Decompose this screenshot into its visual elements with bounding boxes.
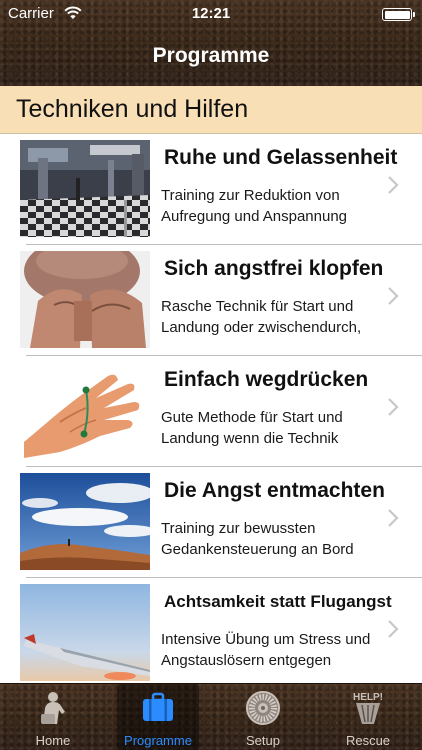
list-item[interactable]: Achtsamkeit statt Flugangst Intensive Üb… bbox=[0, 578, 422, 683]
tab-label: Programme bbox=[124, 733, 192, 748]
section-title: Techniken und Hilfen bbox=[16, 95, 249, 123]
item-title: Einfach wegdrücken bbox=[164, 368, 369, 391]
item-description: Training zur bewussten Gedankensteuerung… bbox=[161, 520, 354, 558]
tab-label: Setup bbox=[246, 733, 280, 748]
tab-bar: Home Programme Setup HELP! Rescue bbox=[0, 683, 422, 750]
page-title: Programme bbox=[152, 44, 270, 67]
item-description: Rasche Technik für Start und Landung ode… bbox=[161, 298, 362, 336]
tab-label: Home bbox=[35, 733, 71, 748]
item-title: Achtsamkeit statt Flugangst bbox=[164, 592, 392, 611]
chevron-right-icon bbox=[388, 398, 399, 416]
chevron-right-icon bbox=[388, 620, 399, 638]
hand-pressure-points-photo bbox=[20, 362, 150, 459]
item-description: Intensive Übung um Stress und Angstauslö… bbox=[161, 631, 371, 669]
suitcase-icon bbox=[143, 692, 173, 721]
airplane-wing-photo bbox=[20, 584, 150, 681]
section-header: Techniken und Hilfen bbox=[0, 86, 422, 134]
top-bar: Carrier 12:21 Programme bbox=[0, 0, 422, 86]
item-description: Training zur Reduktion von Aufregung und… bbox=[161, 187, 347, 225]
list-item[interactable]: Ruhe und Gelassenheit Training zur Reduk… bbox=[0, 134, 422, 245]
tab-rescue[interactable]: HELP! Rescue bbox=[327, 684, 409, 750]
item-title: Ruhe und Gelassenheit bbox=[164, 146, 398, 169]
status-bar: Carrier 12:21 bbox=[0, 0, 422, 28]
tab-label: Rescue bbox=[345, 733, 391, 748]
list-item[interactable]: Einfach wegdrücken Gute Methode für Star… bbox=[0, 356, 422, 467]
tab-home[interactable]: Home bbox=[12, 684, 94, 750]
chevron-right-icon bbox=[388, 176, 399, 194]
airport-terminal-photo bbox=[20, 140, 150, 237]
battery-icon bbox=[382, 8, 415, 21]
program-list[interactable]: Ruhe und Gelassenheit Training zur Reduk… bbox=[0, 134, 422, 683]
tab-programme[interactable]: Programme bbox=[117, 684, 199, 750]
list-item[interactable]: Sich angstfrei klopfen Rasche Technik fü… bbox=[0, 245, 422, 356]
tapping-forehead-photo bbox=[20, 251, 150, 348]
tab-setup[interactable]: Setup bbox=[222, 684, 304, 750]
help-icon: HELP! bbox=[353, 692, 383, 724]
chevron-right-icon bbox=[388, 509, 399, 527]
item-description: Gute Methode für Start und Landung wenn … bbox=[161, 409, 343, 447]
list-item[interactable]: Die Angst entmachten Training zur bewuss… bbox=[0, 467, 422, 578]
person-icon bbox=[41, 692, 65, 724]
status-time: 12:21 bbox=[191, 5, 231, 22]
chevron-right-icon bbox=[388, 287, 399, 305]
sky-landscape-photo bbox=[20, 473, 150, 570]
turbine-icon bbox=[246, 691, 280, 725]
item-title: Die Angst entmachten bbox=[164, 479, 385, 502]
svg-text:HELP!: HELP! bbox=[353, 692, 383, 703]
item-title: Sich angstfrei klopfen bbox=[164, 257, 384, 280]
